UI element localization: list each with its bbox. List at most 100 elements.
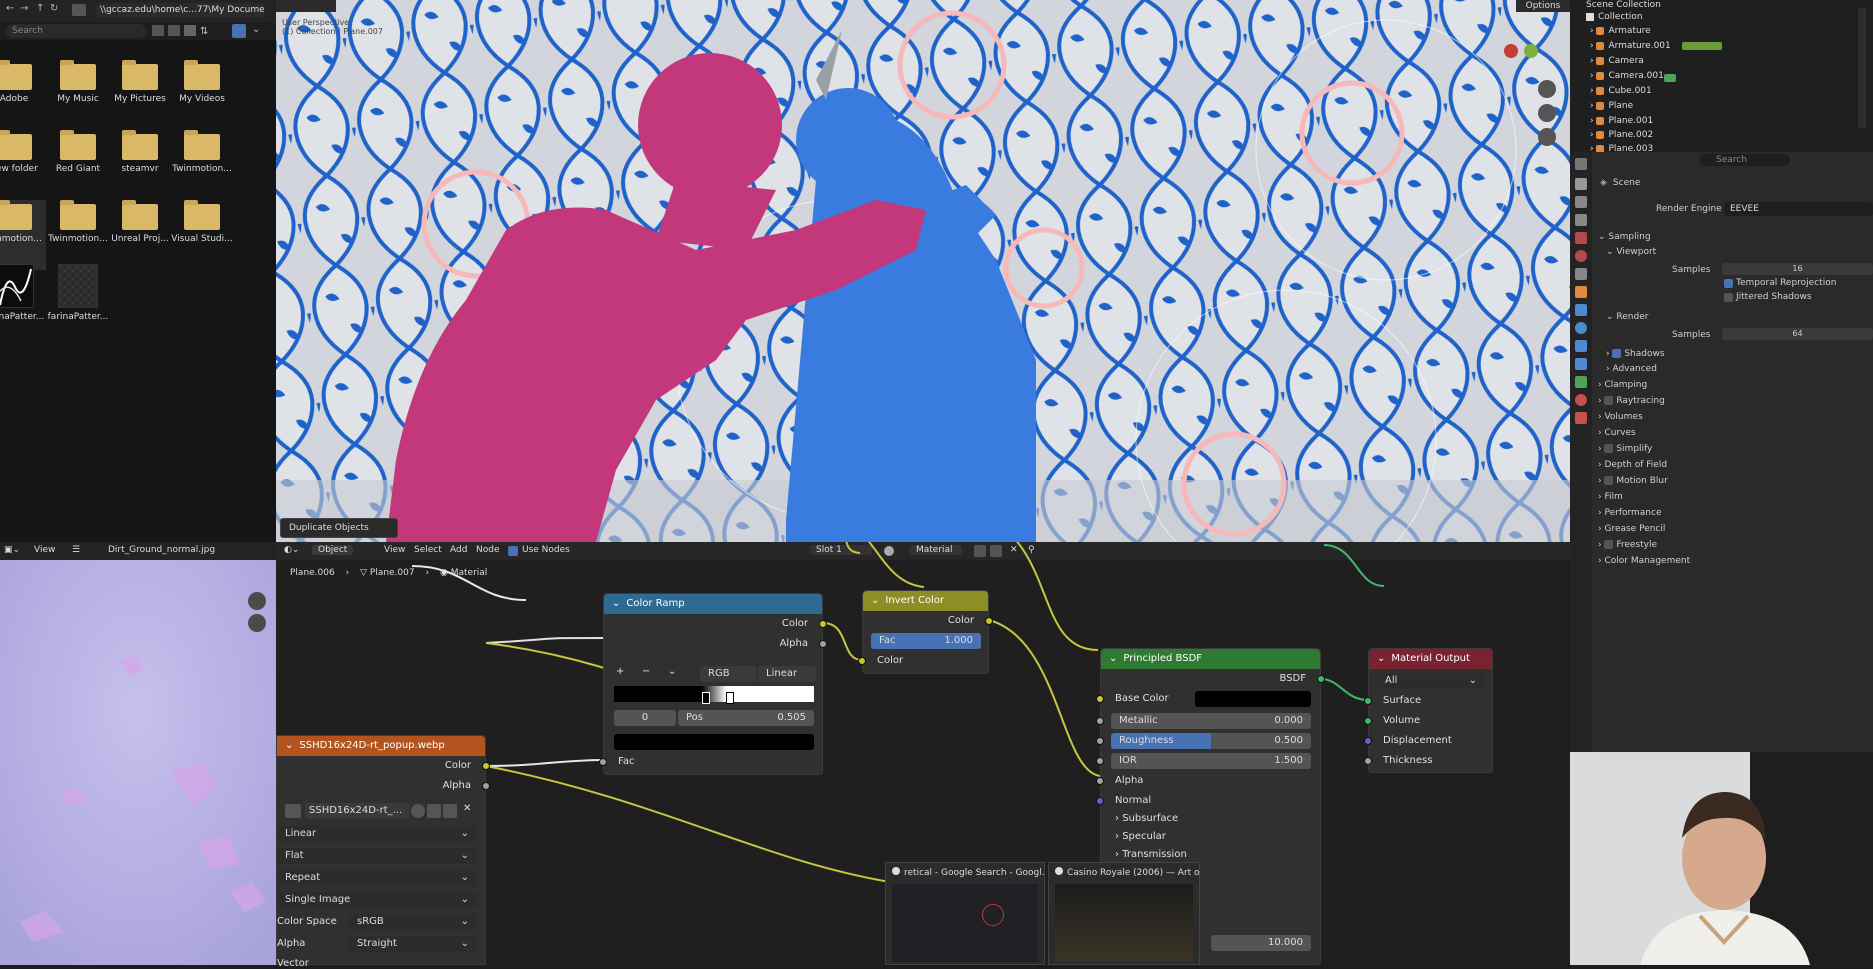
display-thumb-icon[interactable] [168, 25, 180, 36]
taskbar-preview[interactable]: Casino Royale (2006) — Art of t... [1048, 862, 1200, 965]
outliner-root[interactable]: Scene Collection [1586, 0, 1661, 10]
file-item[interactable]: farinaPatter... [0, 262, 46, 332]
world-tab-icon[interactable] [1575, 250, 1587, 262]
display-grid-icon[interactable] [184, 25, 196, 36]
volume-socket[interactable] [1364, 717, 1372, 725]
panel-simplify[interactable]: › Simplify [1598, 444, 1652, 454]
image-name-field[interactable]: Dirt_Ground_normal.jpg [108, 545, 215, 555]
material-output-node[interactable]: ⌄ Material Output All ⌄ Surface Volume Dis… [1364, 648, 1493, 773]
jittered-shadows-checkbox[interactable] [1724, 293, 1733, 302]
file-item[interactable]: new folder [0, 130, 46, 200]
stop-position-field[interactable]: Pos 0.505 [678, 710, 814, 726]
close-icon[interactable]: ✕ [463, 803, 471, 814]
file-item[interactable]: My Music [46, 60, 110, 130]
outliner-item[interactable]: › Cube.001 [1590, 86, 1652, 96]
node-header[interactable]: ⌄ SSHD16x24D-rt_popup.webp [277, 736, 485, 756]
select-mode-buttons[interactable] [276, 0, 336, 12]
panel-curves[interactable]: › Curves [1598, 428, 1636, 438]
ramp-stop-handle[interactable] [726, 692, 734, 704]
interpolation-dropdown[interactable]: Linear ⌄ [277, 826, 477, 842]
roughness-slider[interactable]: Roughness 0.500 [1111, 733, 1311, 749]
constraints-tab-icon[interactable] [1575, 358, 1587, 370]
panel-raytracing[interactable]: › Raytracing [1598, 396, 1665, 406]
tool-tab-icon[interactable] [1575, 158, 1587, 170]
target-dropdown[interactable]: All ⌄ [1377, 673, 1485, 689]
render-engine-dropdown[interactable]: EEVEE [1724, 202, 1873, 216]
chevron-down-icon[interactable]: ⌄ [252, 24, 260, 35]
ramp-stop-handle[interactable] [702, 692, 710, 704]
displacement-socket[interactable] [1364, 737, 1372, 745]
color-output-socket[interactable] [985, 617, 993, 625]
ior-field[interactable]: IOR 1.500 [1111, 753, 1311, 769]
image-datablock-field[interactable]: SSHD16x24D-rt_... [305, 803, 409, 819]
particles-tab-icon[interactable] [1575, 322, 1587, 334]
simplify-checkbox[interactable] [1604, 444, 1614, 453]
gizmo-y-icon[interactable] [1524, 44, 1538, 58]
material-tab-icon[interactable] [1575, 394, 1587, 406]
panel-clamping[interactable]: › Clamping [1598, 380, 1647, 390]
modifier-wrench-icon[interactable] [1575, 304, 1587, 316]
fake-user-shield-icon[interactable] [411, 804, 425, 818]
outliner-item[interactable]: › Armature.001 [1590, 41, 1671, 51]
refresh-icon[interactable]: ↻ [50, 3, 58, 14]
fac-slider[interactable]: Fac 1.000 [871, 633, 981, 649]
ramp-gradient[interactable] [614, 686, 814, 702]
new-folder-icon[interactable] [72, 4, 86, 16]
color-output-socket[interactable] [482, 762, 490, 770]
panel-specular[interactable]: › Specular [1115, 831, 1166, 842]
outliner-item[interactable]: › Armature [1590, 26, 1651, 36]
fac-input-socket[interactable] [599, 758, 607, 766]
raytracing-checkbox[interactable] [1604, 396, 1614, 405]
freestyle-checkbox[interactable] [1604, 540, 1614, 549]
file-item[interactable]: steamvr [108, 130, 172, 200]
viewport-samples-field[interactable]: 16 [1722, 263, 1873, 275]
panel-sampling[interactable]: ⌄ Sampling [1598, 232, 1651, 242]
texture-tab-icon[interactable] [1575, 412, 1587, 424]
roughness-socket[interactable] [1096, 737, 1104, 745]
remove-stop-button[interactable]: − [642, 666, 650, 677]
color-ramp-node[interactable]: ⌄ Color Ramp Color Alpha + − ⌄ RGB Linear… [599, 593, 827, 775]
interpolation-dropdown[interactable]: Linear [758, 666, 816, 682]
subpanel-viewport[interactable]: ⌄ Viewport [1606, 247, 1656, 257]
add-stop-button[interactable]: + [616, 666, 624, 677]
alpha-output-socket[interactable] [482, 782, 490, 790]
outliner-item[interactable]: › Plane.002 [1590, 130, 1653, 140]
value-field[interactable]: 10.000 [1211, 935, 1311, 951]
panel-grease-pencil[interactable]: › Grease Pencil [1598, 524, 1665, 534]
file-item[interactable]: Red Giant [46, 130, 110, 200]
menu-icon[interactable]: ☰ [72, 545, 80, 555]
options-button[interactable]: Options [1516, 0, 1570, 12]
base-color-swatch[interactable] [1195, 691, 1311, 707]
outliner-item[interactable]: › Camera [1590, 56, 1644, 66]
output-tab-icon[interactable] [1575, 196, 1587, 208]
node-header[interactable]: ⌄ Material Output [1369, 649, 1492, 669]
scene-tab-icon[interactable] [1575, 232, 1587, 244]
panel-transmission[interactable]: › Transmission [1115, 849, 1187, 860]
node-header[interactable]: ⌄ Color Ramp [604, 594, 822, 614]
image-editor-canvas[interactable] [0, 542, 276, 965]
alpha-input-socket[interactable] [1096, 777, 1104, 785]
file-item[interactable]: Twinmotion... [46, 200, 110, 270]
file-item[interactable]: farinaPatter... [46, 262, 110, 332]
sort-icon[interactable]: ⇅ [200, 26, 208, 37]
camera-view-icon[interactable] [1538, 128, 1556, 146]
color-space-dropdown[interactable]: sRGB ⌄ [349, 914, 477, 930]
zoom-icon[interactable] [248, 592, 266, 610]
bsdf-output-socket[interactable] [1317, 675, 1325, 683]
file-item[interactable]: Unreal Proj... [108, 200, 172, 270]
editor-type-icon[interactable]: ▣⌄ [4, 545, 20, 555]
gizmo-x-icon[interactable] [1504, 44, 1518, 58]
view-layer-tab-icon[interactable] [1575, 214, 1587, 226]
taskbar-preview[interactable]: retical - Google Search - Googl... [885, 862, 1045, 965]
pan-hand-icon[interactable] [1538, 104, 1556, 122]
source-dropdown[interactable]: Single Image ⌄ [277, 892, 477, 908]
physics-tab-icon[interactable] [1575, 340, 1587, 352]
object-tab-icon[interactable] [1575, 286, 1587, 298]
duplicate-icon[interactable] [427, 804, 441, 818]
path-field[interactable]: \\gccaz.edu\home\c...77\My Documents\ [96, 3, 264, 18]
panel-freestyle[interactable]: › Freestyle [1598, 540, 1657, 550]
color-output-socket[interactable] [819, 620, 827, 628]
view-menu[interactable]: View [34, 545, 55, 555]
color-mode-dropdown[interactable]: RGB [700, 666, 756, 682]
color-input-socket[interactable] [858, 657, 866, 665]
